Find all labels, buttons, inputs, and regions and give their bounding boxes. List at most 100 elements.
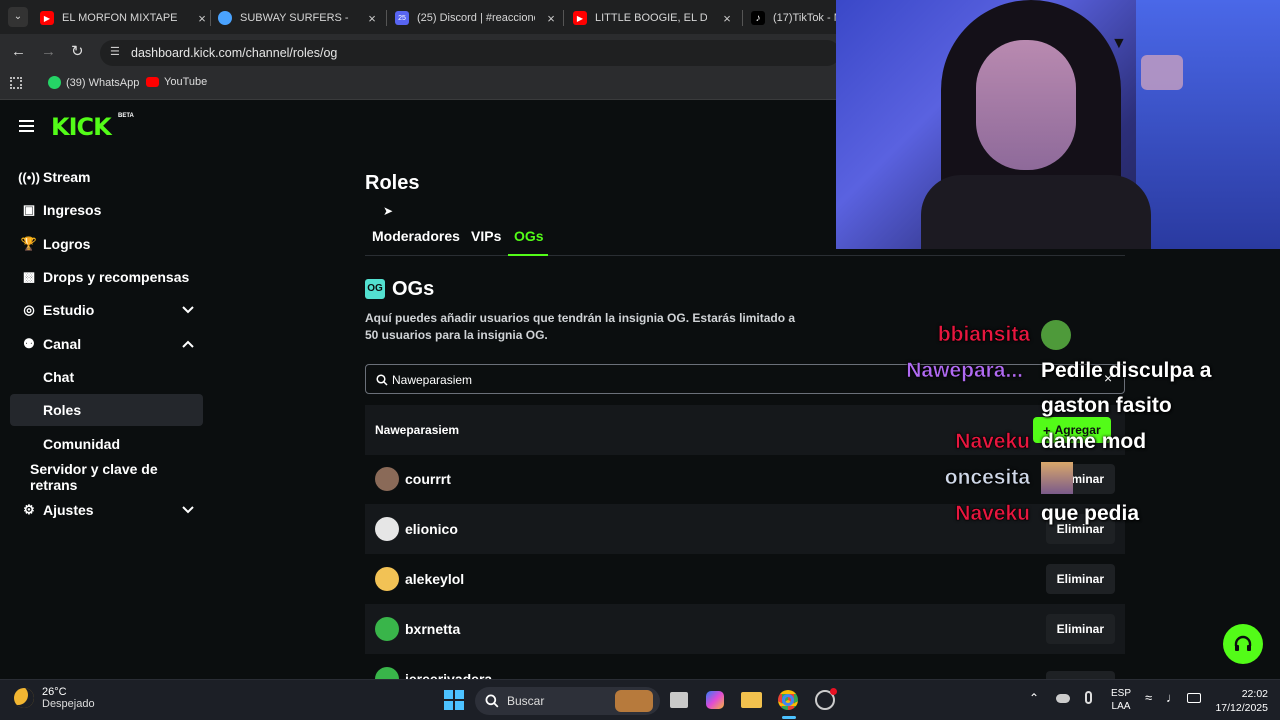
gift-icon: ▩ bbox=[22, 269, 36, 284]
search-input-value: Naweparasiem bbox=[392, 373, 473, 387]
tab-divider bbox=[386, 10, 387, 26]
weather-desc: Despejado bbox=[42, 698, 95, 710]
onedrive-icon[interactable] bbox=[1056, 694, 1070, 703]
sidebar-item-estudio[interactable]: ◎ Estudio bbox=[10, 294, 203, 326]
chevron-up-icon bbox=[182, 340, 194, 348]
taskbar-search-box[interactable]: Buscar bbox=[475, 687, 660, 715]
tab-title: SUBWAY SURFERS - ¡Juega bbox=[240, 12, 352, 24]
sidebar-item-ingresos[interactable]: ▣ Ingresos bbox=[10, 194, 203, 226]
language-code: ESP bbox=[1111, 688, 1132, 699]
notification-dot bbox=[830, 688, 837, 695]
chat-username: Naveku bbox=[955, 430, 1030, 454]
bookmark-label: (39) WhatsApp bbox=[66, 76, 140, 89]
sidebar-item-label: Drops y recompensas bbox=[43, 269, 190, 285]
sidebar-item-label: Stream bbox=[43, 169, 91, 185]
tab-subway-surfers[interactable]: SUBWAY SURFERS - ¡Juega × bbox=[218, 4, 378, 32]
tab-ogs[interactable]: OGs bbox=[514, 228, 544, 244]
forward-arrow-icon[interactable]: → bbox=[41, 43, 56, 60]
volume-icon[interactable]: ♩ bbox=[1166, 690, 1179, 705]
hamburger-menu-icon[interactable] bbox=[19, 120, 34, 132]
address-bar[interactable]: ☰ dashboard.kick.com/channel/roles/og bbox=[100, 40, 840, 66]
tiktok-icon: ♪ bbox=[751, 11, 765, 25]
task-view-icon[interactable] bbox=[670, 692, 688, 708]
tab-search-button[interactable]: ⌄ bbox=[8, 7, 28, 27]
avatar bbox=[375, 517, 399, 541]
og-username: elionico bbox=[405, 521, 458, 537]
tab-moderadores[interactable]: Moderadores bbox=[372, 228, 460, 244]
sidebar-item-label: Servidor y clave de retrans bbox=[30, 461, 158, 493]
moon-icon bbox=[14, 688, 34, 708]
sticker-image bbox=[1141, 55, 1183, 90]
show-hidden-icons[interactable]: ⌃ bbox=[1029, 691, 1039, 705]
sidebar-item-stream[interactable]: ((•)) Stream bbox=[10, 161, 203, 193]
kick-logo[interactable]: KICK BETA bbox=[51, 113, 134, 141]
battery-icon[interactable] bbox=[1187, 693, 1201, 703]
close-tab-icon[interactable]: × bbox=[196, 11, 208, 26]
tab-tiktok[interactable]: ♪ (17)TikTok - Ma bbox=[751, 4, 836, 32]
tab-vips[interactable]: VIPs bbox=[471, 228, 501, 244]
tab-divider bbox=[210, 10, 211, 26]
wifi-icon[interactable]: ≈ bbox=[1145, 690, 1152, 705]
language-indicator[interactable]: ESP LAA bbox=[1111, 687, 1131, 713]
sidebar-item-label: Estudio bbox=[43, 302, 95, 318]
sidebar-item-chat[interactable]: Chat bbox=[10, 361, 203, 393]
help-chat-button[interactable] bbox=[1223, 624, 1263, 664]
sidebar-item-drops[interactable]: ▩ Drops y recompensas bbox=[10, 261, 203, 293]
search-icon bbox=[485, 694, 499, 708]
start-button[interactable] bbox=[444, 690, 464, 710]
remove-button[interactable]: Eliminar bbox=[1045, 671, 1115, 679]
table-row: bxrnetta Eliminar bbox=[365, 604, 1125, 654]
sidebar-item-roles[interactable]: Roles bbox=[10, 394, 203, 426]
headset-icon bbox=[1234, 635, 1252, 651]
apps-grid-icon[interactable] bbox=[10, 77, 22, 89]
chat-username: Nawepara... bbox=[906, 359, 1023, 383]
sidebar-item-comunidad[interactable]: Comunidad bbox=[10, 428, 203, 460]
pepe-emote-icon bbox=[1041, 320, 1071, 350]
users-icon: ⚉ bbox=[23, 336, 35, 351]
close-tab-icon[interactable]: × bbox=[545, 11, 557, 26]
tab-discord[interactable]: 25 (25) Discord | #reacciones × bbox=[395, 4, 557, 32]
chat-username: Naveku bbox=[955, 502, 1030, 526]
sidebar-item-ajustes[interactable]: ⚙ Ajustes bbox=[10, 494, 203, 526]
og-username: alekeylol bbox=[405, 571, 465, 587]
taskbar-search-placeholder: Buscar bbox=[507, 694, 545, 708]
bookmark-youtube[interactable]: YouTube bbox=[146, 76, 207, 88]
og-username: bxrnetta bbox=[405, 621, 461, 637]
sidebar-item-label: Chat bbox=[43, 369, 75, 385]
webcam-overlay: ▼ bbox=[836, 0, 1280, 249]
back-arrow-icon[interactable]: ← bbox=[11, 43, 26, 60]
sidebar-item-logros[interactable]: 🏆 Logros bbox=[10, 228, 203, 260]
whatsapp-icon bbox=[48, 76, 61, 89]
youtube-icon: ▶ bbox=[573, 11, 587, 25]
copilot-icon[interactable] bbox=[706, 691, 724, 709]
file-explorer-icon[interactable] bbox=[741, 692, 762, 708]
tab-little-boogie[interactable]: ▶ LITTLE BOOGIE, EL DOCTOR × bbox=[573, 4, 733, 32]
sidebar-item-canal[interactable]: ⚉ Canal bbox=[10, 328, 203, 360]
mouse-cursor: ➤ bbox=[383, 204, 394, 218]
chat-message: dame mod bbox=[1041, 430, 1147, 453]
microphone-icon[interactable] bbox=[1085, 691, 1092, 704]
sidebar-item-label: Comunidad bbox=[43, 436, 120, 452]
bookmark-whatsapp[interactable]: (39) WhatsApp bbox=[48, 76, 139, 89]
close-tab-icon[interactable]: × bbox=[721, 11, 733, 26]
emote-image bbox=[1041, 462, 1073, 494]
keyboard-layout: LAA bbox=[1111, 701, 1131, 712]
tab-title: (17)TikTok - Ma bbox=[773, 12, 836, 24]
site-info-icon[interactable]: ☰ bbox=[110, 45, 120, 58]
reload-icon[interactable]: ↻ bbox=[71, 42, 84, 60]
bat-sticker: ▼ bbox=[1111, 35, 1127, 52]
broadcast-icon: ((•)) bbox=[18, 169, 40, 185]
remove-button[interactable]: Eliminar bbox=[1045, 564, 1115, 594]
og-username: jereerivadera bbox=[405, 671, 493, 679]
clock[interactable]: 22:02 17/12/2025 bbox=[1208, 687, 1268, 715]
kick-logo-text: KICK bbox=[51, 113, 112, 141]
sidebar-item-servidor[interactable]: Servidor y clave de retrans bbox=[10, 461, 203, 493]
weather-widget[interactable]: 26°C Despejado bbox=[14, 686, 95, 710]
gear-icon: ⚙ bbox=[23, 502, 35, 517]
clock-time: 22:02 bbox=[1241, 688, 1268, 700]
remove-button[interactable]: Eliminar bbox=[1045, 614, 1115, 644]
chevron-down-icon bbox=[182, 306, 194, 314]
chrome-icon[interactable] bbox=[778, 690, 798, 710]
close-tab-icon[interactable]: × bbox=[366, 11, 378, 26]
tab-youtube-morfon[interactable]: ▶ EL MORFON MIXTAPE - Yo × bbox=[40, 4, 208, 32]
